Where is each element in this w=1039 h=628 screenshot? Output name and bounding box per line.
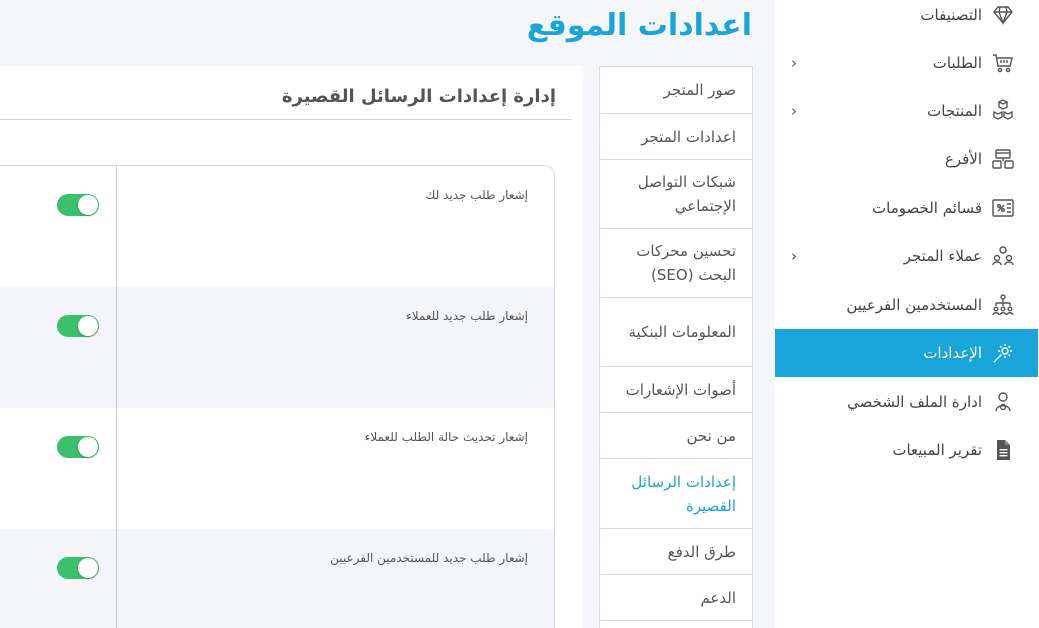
sidebar-item-orders[interactable]: الطلبات ‹ <box>775 39 1038 87</box>
sidebar-item-label: التصنيفات <box>920 6 982 24</box>
tab-seo[interactable]: تحسين محركات البحث (SEO) <box>600 229 752 298</box>
sms-settings-panel: إدارة إعدادات الرسائل القصيرة إشعار طلب … <box>0 66 583 628</box>
toggle-knob <box>78 316 98 336</box>
toggle-knob <box>78 437 98 457</box>
tab-social-networks[interactable]: شبكات التواصل الإجتماعي <box>600 160 752 229</box>
sidebar-item-label: قسائم الخصومات <box>872 199 982 217</box>
sidebar-item-settings[interactable]: الإعدادات <box>775 329 1038 377</box>
sidebar-item-label: الإعدادات <box>923 344 982 362</box>
org-chart-icon <box>990 292 1016 318</box>
tab-store-settings[interactable]: اعدادات المتجر <box>600 114 752 160</box>
sidebar-item-label: المستخدمين الفرعيين <box>846 296 982 314</box>
tab-payment-methods[interactable]: طرق الدفع <box>600 529 752 575</box>
table-row: إشعار طلب جديد للمستخدمين الفرعيين <box>0 529 554 628</box>
table-row: إشعار طلب جديد لك <box>0 166 554 287</box>
tab-bank-info[interactable]: المعلومات البنكية <box>600 298 752 367</box>
sidebar-item-products[interactable]: المنتجات ‹ <box>775 87 1038 135</box>
settings-tab-list: صور المتجر اعدادات المتجر شبكات التواصل … <box>599 66 753 628</box>
setting-label: إشعار تحديث حالة الطلب للعملاء <box>364 430 528 444</box>
sidebar-item-customers[interactable]: عملاء المتجر ‹ <box>775 232 1038 280</box>
sms-settings-table: إشعار طلب جديد لك إشعار طلب جديد للعملاء… <box>0 165 555 628</box>
sidebar-item-label: الأفرع <box>944 150 982 168</box>
table-row: إشعار طلب جديد للعملاء <box>0 287 554 408</box>
sidebar-item-sub-users[interactable]: المستخدمين الفرعيين <box>775 281 1038 329</box>
chevron-left-icon[interactable]: ‹ <box>791 102 797 120</box>
sidebar-item-sales-report[interactable]: تقرير المبيعات <box>775 426 1038 474</box>
table-row: إشعار تحديث حالة الطلب للعملاء <box>0 408 554 529</box>
setting-toggle[interactable] <box>57 315 99 337</box>
sidebar-item-categories[interactable]: التصنيفات <box>775 0 1038 39</box>
divider <box>0 119 572 120</box>
setting-toggle[interactable] <box>57 557 99 579</box>
toggle-knob <box>78 195 98 215</box>
sidebar-item-label: الطلبات <box>932 54 982 72</box>
boxes-icon <box>990 98 1016 124</box>
customers-icon <box>990 243 1016 269</box>
panel-title: إدارة إعدادات الرسائل القصيرة <box>281 86 556 107</box>
sidebar-item-label: عملاء المتجر <box>903 247 982 265</box>
cart-icon <box>990 50 1016 76</box>
chevron-left-icon[interactable]: ‹ <box>791 247 797 265</box>
setting-toggle[interactable] <box>57 194 99 216</box>
profile-icon <box>990 389 1016 415</box>
branches-icon <box>990 146 1016 172</box>
toggle-knob <box>78 558 98 578</box>
chevron-left-icon[interactable]: ‹ <box>791 54 797 72</box>
tab-sms-settings[interactable]: إعدادات الرسائل القصيرة <box>600 459 752 529</box>
setting-label: إشعار طلب جديد للمستخدمين الفرعيين <box>330 551 528 565</box>
tab-support[interactable]: الدعم <box>600 575 752 621</box>
tab-notification-sounds[interactable]: أصوات الإشعارات <box>600 367 752 413</box>
diamond-icon <box>990 2 1016 28</box>
sidebar-item-label: المنتجات <box>927 102 982 120</box>
page-title: اعدادات الموقع <box>526 8 752 43</box>
tab-about-us[interactable]: من نحن <box>600 413 752 459</box>
sidebar-item-profile[interactable]: ادارة الملف الشخصي <box>775 378 1038 426</box>
coupon-icon <box>990 195 1016 221</box>
sidebar: التصنيفات الطلبات ‹ المنتجات ‹ الأفرع قس… <box>775 0 1039 628</box>
sidebar-item-label: ادارة الملف الشخصي <box>847 393 982 411</box>
sidebar-item-label: تقرير المبيعات <box>892 441 982 459</box>
column-divider <box>116 166 117 628</box>
setting-label: إشعار طلب جديد لك <box>425 188 528 202</box>
report-icon <box>990 437 1016 463</box>
tab-store-images[interactable]: صور المتجر <box>600 67 752 114</box>
setting-label: إشعار طلب جديد للعملاء <box>406 309 528 323</box>
settings-gear-icon <box>990 340 1016 366</box>
sidebar-item-coupons[interactable]: قسائم الخصومات <box>775 184 1038 232</box>
sidebar-item-branches[interactable]: الأفرع <box>775 135 1038 183</box>
setting-toggle[interactable] <box>57 436 99 458</box>
